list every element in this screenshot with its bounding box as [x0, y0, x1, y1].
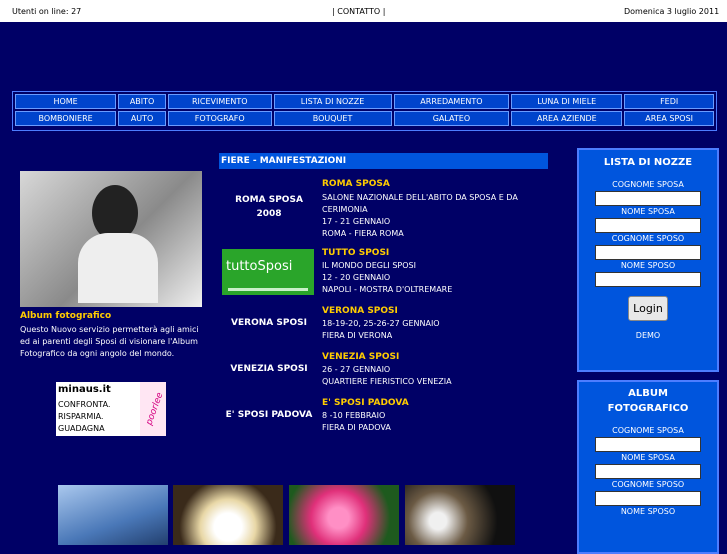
album-text: Questo Nuovo servizio permetterà agli am… [20, 325, 199, 358]
album-label-nome-sposa: NOME SPOSA [621, 453, 675, 462]
album-nome-sposa-input[interactable] [595, 464, 701, 479]
ad-brand: minaus.it [58, 384, 111, 395]
fair-line: 18-19-20, 25-26-27 GENNAIO [322, 319, 440, 328]
lista-nome-sposa-input[interactable] [595, 218, 701, 233]
date-text: Domenica 3 luglio 2011 [624, 7, 720, 16]
lista-box-title: LISTA DI NOZZE [603, 157, 693, 168]
flower-photo[interactable] [289, 485, 399, 545]
fair-line: ROMA - FIERA ROMA [322, 229, 404, 238]
lista-cognome-sposa-input[interactable] [595, 191, 701, 206]
couple-photo[interactable] [405, 485, 515, 545]
minaus-ad[interactable]: minaus.it CONFRONTA. RISPARMIA. GUADAGNA… [56, 382, 166, 436]
users-online: Utenti on line: 27 [12, 7, 82, 16]
keyboard-photo[interactable] [58, 485, 168, 545]
nav-luna-di-miele[interactable]: LUNA DI MIELE [511, 94, 623, 109]
nav-fedi[interactable]: FEDI [624, 94, 714, 109]
lista-label-nome-sposo: NOME SPOSO [620, 261, 676, 270]
nav-home[interactable]: HOME [15, 94, 117, 109]
album-title[interactable]: Album fotografico [20, 311, 111, 321]
fair-left-venezia: VENEZIA SPOSI [230, 364, 308, 374]
fair-title-venezia[interactable]: VENEZIA SPOSI [322, 352, 399, 362]
fair-line: 8 -10 FEBBRAIO [322, 411, 386, 420]
album-label-cognome-sposa: COGNOME SPOSA [612, 426, 684, 435]
bride-photo[interactable] [20, 171, 202, 307]
lista-nozze-box: LISTA DI NOZZE COGNOME SPOSA NOME SPOSA … [577, 148, 719, 372]
fair-line: SALONE NAZIONALE DELL'ABITO DA SPOSA E D… [322, 193, 518, 214]
lista-label-nome-sposa: NOME SPOSA [621, 207, 675, 216]
fair-line: QUARTIERE FIERISTICO VENEZIA [322, 377, 452, 386]
fair-line: NAPOLI - MOSTRA D'OLTREMARE [322, 285, 453, 294]
lista-label-cognome-sposo: COGNOME SPOSO [611, 234, 685, 243]
fair-title-tutto[interactable]: TUTTO SPOSI [322, 248, 389, 258]
contact-link[interactable]: | CONTATTO | [332, 7, 385, 16]
fair-title-verona[interactable]: VERONA SPOSI [322, 306, 398, 316]
lista-nome-sposo-input[interactable] [595, 272, 701, 287]
nav-lista-di-nozze[interactable]: LISTA DI NOZZE [273, 94, 392, 109]
album-cognome-sposa-input[interactable] [595, 437, 701, 452]
lista-cognome-sposo-input[interactable] [595, 245, 701, 260]
nav-auto[interactable]: AUTO [118, 111, 166, 126]
fair-line: 12 - 20 GENNAIO [322, 273, 391, 282]
fair-line: 17 - 21 GENNAIO [322, 217, 391, 226]
nav-abito[interactable]: ABITO [118, 94, 166, 109]
album-label-cognome-sposo: COGNOME SPOSO [611, 480, 685, 489]
ad-line-3: GUADAGNA [58, 424, 105, 433]
fair-title-padova[interactable]: E' SPOSI PADOVA [322, 398, 409, 408]
fair-line: 26 - 27 GENNAIO [322, 365, 391, 374]
album-box: ALBUM FOTOGRAFICO COGNOME SPOSA NOME SPO… [577, 380, 719, 554]
ad-line-2: RISPARMIA. [58, 412, 104, 421]
tutto-logo-text: tuttoSposi [226, 259, 293, 274]
fair-left-verona: VERONA SPOSI [231, 318, 307, 328]
album-label-nome-sposo: NOME SPOSO [620, 507, 676, 516]
fair-line: IL MONDO DEGLI SPOSI [322, 261, 416, 270]
fair-line: FIERA DI PADOVA [322, 423, 391, 432]
nav-area-aziende[interactable]: AREA AZIENDE [511, 111, 623, 126]
top-bar: Utenti on line: 27 | CONTATTO | Domenica… [0, 0, 727, 22]
nav-galateo[interactable]: GALATEO [393, 111, 510, 126]
main-nav: HOME ABITO RICEVIMENTO LISTA DI NOZZE AR… [12, 91, 717, 131]
demo-link[interactable]: DEMO [579, 331, 717, 340]
tutto-sposi-logo[interactable]: tuttoSposi [222, 249, 314, 295]
nav-bomboniere[interactable]: BOMBONIERE [15, 111, 117, 126]
nav-arredamento[interactable]: ARREDAMENTO [393, 94, 510, 109]
tableware-photo[interactable] [173, 485, 283, 545]
nav-bouquet[interactable]: BOUQUET [273, 111, 392, 126]
fair-title-roma[interactable]: ROMA SPOSA [322, 179, 390, 189]
nav-ricevimento[interactable]: RICEVIMENTO [167, 94, 272, 109]
fairs-heading: FIERE - MANIFESTAZIONI [219, 153, 548, 169]
nav-fotografo[interactable]: FOTOGRAFO [167, 111, 272, 126]
ad-line-1: CONFRONTA. [58, 400, 111, 409]
fair-line: FIERA DI VERONA [322, 331, 393, 340]
login-button[interactable]: Login [628, 296, 668, 321]
nav-area-sposi[interactable]: AREA SPOSI [624, 111, 714, 126]
album-box-title: ALBUM FOTOGRAFICO [607, 388, 689, 414]
fair-left-padova: E' SPOSI PADOVA [225, 410, 313, 420]
fair-left-roma: ROMA SPOSA 2008 [235, 195, 303, 219]
album-cognome-sposo-input[interactable] [595, 491, 701, 506]
lista-label-cognome-sposa: COGNOME SPOSA [612, 180, 684, 189]
